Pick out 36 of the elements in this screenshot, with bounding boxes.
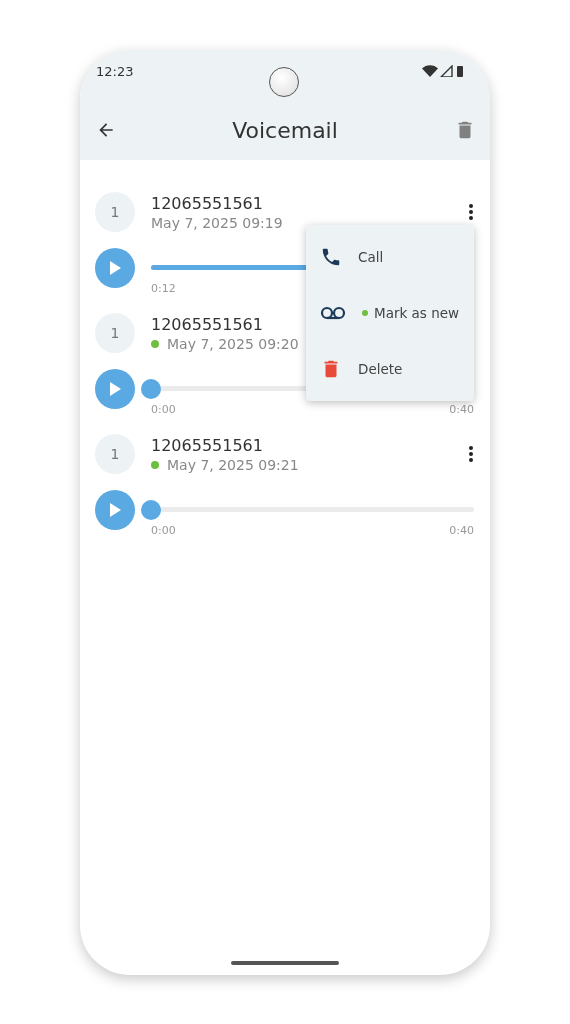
status-time: 12:23: [96, 63, 134, 79]
menu-item[interactable]: Delete: [306, 341, 474, 397]
slider-thumb[interactable]: [141, 500, 161, 520]
avatar: 1: [95, 434, 135, 474]
play-button[interactable]: [95, 248, 135, 288]
camera-icon: [269, 67, 299, 97]
more-icon[interactable]: [468, 445, 474, 463]
menu-item[interactable]: Mark as new: [306, 285, 474, 341]
play-icon: [109, 503, 121, 517]
voicemail-date: May 7, 2025 09:21: [167, 456, 299, 473]
phone-number: 12065551561: [151, 314, 264, 334]
total-time: 0:40: [449, 403, 474, 416]
more-icon[interactable]: [468, 203, 474, 221]
voicemail-date: May 7, 2025 09:19: [151, 214, 283, 231]
menu-label: Delete: [358, 361, 403, 377]
voicemail-icon: [320, 306, 346, 320]
total-time: 0:40: [449, 524, 474, 537]
play-button[interactable]: [95, 490, 135, 530]
voicemail-date: May 7, 2025 09:20: [167, 335, 299, 352]
phone-icon: [320, 246, 342, 268]
avatar: 1: [95, 313, 135, 353]
menu-item[interactable]: Call: [306, 229, 474, 285]
play-button[interactable]: [95, 369, 135, 409]
phone-number: 12065551561: [151, 435, 264, 455]
elapsed-time: 0:00: [151, 524, 176, 537]
menu-label: Mark as new: [374, 305, 460, 321]
slider-thumb[interactable]: [141, 379, 161, 399]
screen-title: Voicemail: [232, 117, 338, 143]
elapsed-time: 0:00: [151, 403, 176, 416]
elapsed-time: 0:12: [151, 282, 176, 295]
phone-number: 12065551561: [151, 193, 264, 213]
status-icons: [422, 65, 464, 77]
avatar: 1: [95, 192, 135, 232]
play-icon: [109, 382, 121, 396]
play-icon: [109, 261, 121, 275]
menu-label: Call: [358, 249, 384, 265]
